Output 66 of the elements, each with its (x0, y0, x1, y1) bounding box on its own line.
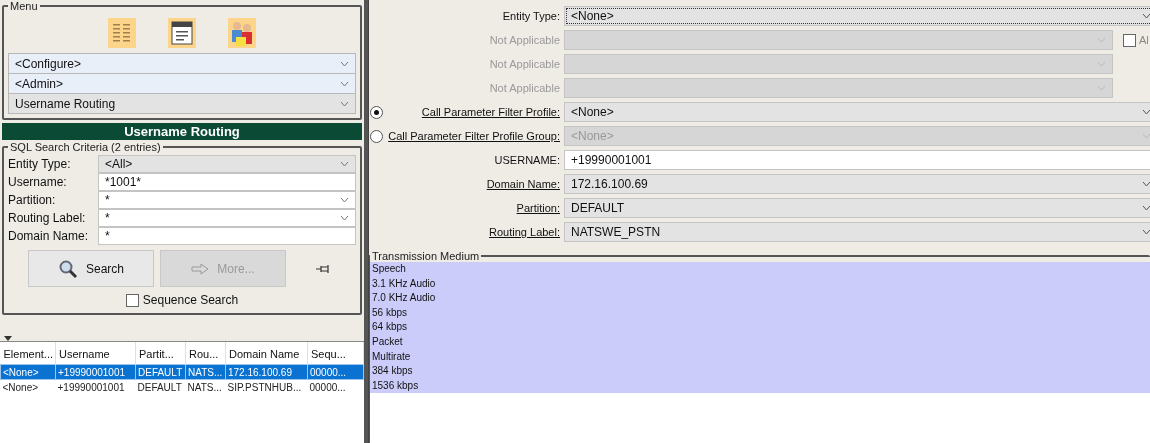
transmission-medium-title: Transmission Medium (371, 250, 481, 262)
chevron-down-icon (340, 161, 349, 167)
input-field[interactable]: +19990001001 (564, 150, 1150, 170)
form-icon[interactable] (168, 18, 196, 48)
list-icon[interactable] (108, 18, 136, 48)
dropdown-field[interactable]: 172.16.100.69 (564, 174, 1150, 194)
search-icon (58, 258, 78, 279)
field-label[interactable]: Domain Name: (486, 178, 560, 190)
menu-title: Menu (9, 0, 39, 12)
chevron-down-icon (340, 215, 349, 221)
sequence-search-checkbox[interactable]: Sequence Search (8, 287, 356, 309)
chevron-down-icon (1142, 205, 1150, 211)
input-field[interactable]: * (98, 227, 356, 245)
search-criteria-title: SQL Search Criteria (2 entries) (9, 141, 162, 153)
pin-icon[interactable] (316, 263, 330, 274)
menu-dropdown[interactable]: Username Routing (8, 93, 356, 114)
list-item[interactable]: Speech (370, 262, 1150, 277)
dropdown-field[interactable]: <None> (564, 6, 1150, 26)
field-label: Entity Type: (8, 156, 72, 173)
collapse-arrow-icon[interactable] (4, 336, 12, 341)
chevron-down-icon (1097, 61, 1106, 67)
menu-dropdown[interactable]: <Configure> (8, 53, 356, 74)
field-label: Not Applicable (489, 34, 560, 46)
chevron-down-icon (340, 80, 349, 87)
chevron-down-icon (1142, 229, 1150, 235)
chevron-down-icon (340, 100, 349, 107)
chevron-down-icon (1097, 85, 1106, 91)
table-cell[interactable]: 00000... (307, 364, 364, 380)
dropdown-field[interactable]: * (98, 191, 356, 209)
panel-header: Username Routing (2, 123, 362, 140)
chevron-down-icon (1142, 109, 1150, 115)
field-label: Partition: (8, 192, 57, 209)
chevron-down-icon (1142, 13, 1150, 19)
field-label[interactable]: Call Parameter Filter Profile: (421, 106, 560, 118)
list-item[interactable]: 7.0 KHz Audio (370, 291, 1150, 306)
table-cell[interactable]: DEFAULT (135, 364, 186, 380)
chevron-down-icon (1142, 181, 1150, 187)
field-label[interactable]: Routing Label: (489, 226, 560, 238)
field-label[interactable]: Partition: (516, 202, 560, 214)
search-button[interactable]: Search (28, 250, 154, 287)
table-cell[interactable]: NATS... (185, 364, 226, 380)
field-label: Username: (8, 174, 68, 191)
list-item[interactable]: 384 kbps (370, 364, 1150, 379)
dropdown-field[interactable]: <None> (564, 102, 1150, 122)
dropdown-field[interactable]: NATSWE_PSTN (564, 222, 1150, 242)
field-label: Entity Type: (502, 10, 560, 22)
menu-dropdown[interactable]: <Admin> (8, 73, 356, 94)
people-icon[interactable] (228, 18, 256, 48)
arrow-right-icon (191, 262, 210, 275)
list-item[interactable]: 64 kbps (370, 320, 1150, 335)
table-cell[interactable]: <None> (0, 364, 56, 380)
radio-button[interactable] (370, 105, 383, 119)
field-label: Not Applicable (489, 82, 560, 94)
input-field[interactable]: *1001* (98, 173, 356, 191)
dropdown-field[interactable]: * (98, 209, 356, 227)
field-label: Routing Label: (8, 210, 87, 227)
chevron-down-icon (1097, 37, 1106, 43)
chevron-down-icon (340, 60, 349, 67)
field-label: Domain Name: (8, 228, 90, 245)
table-cell[interactable]: +19990001001 (55, 364, 136, 380)
dropdown-field[interactable]: DEFAULT (564, 198, 1150, 218)
chevron-down-icon (340, 197, 349, 203)
field-label: USERNAME: (494, 154, 560, 166)
table-cell[interactable]: 172.16.100.69 (225, 364, 308, 380)
chevron-down-icon (1142, 133, 1150, 139)
field-label: Not Applicable (489, 58, 560, 70)
